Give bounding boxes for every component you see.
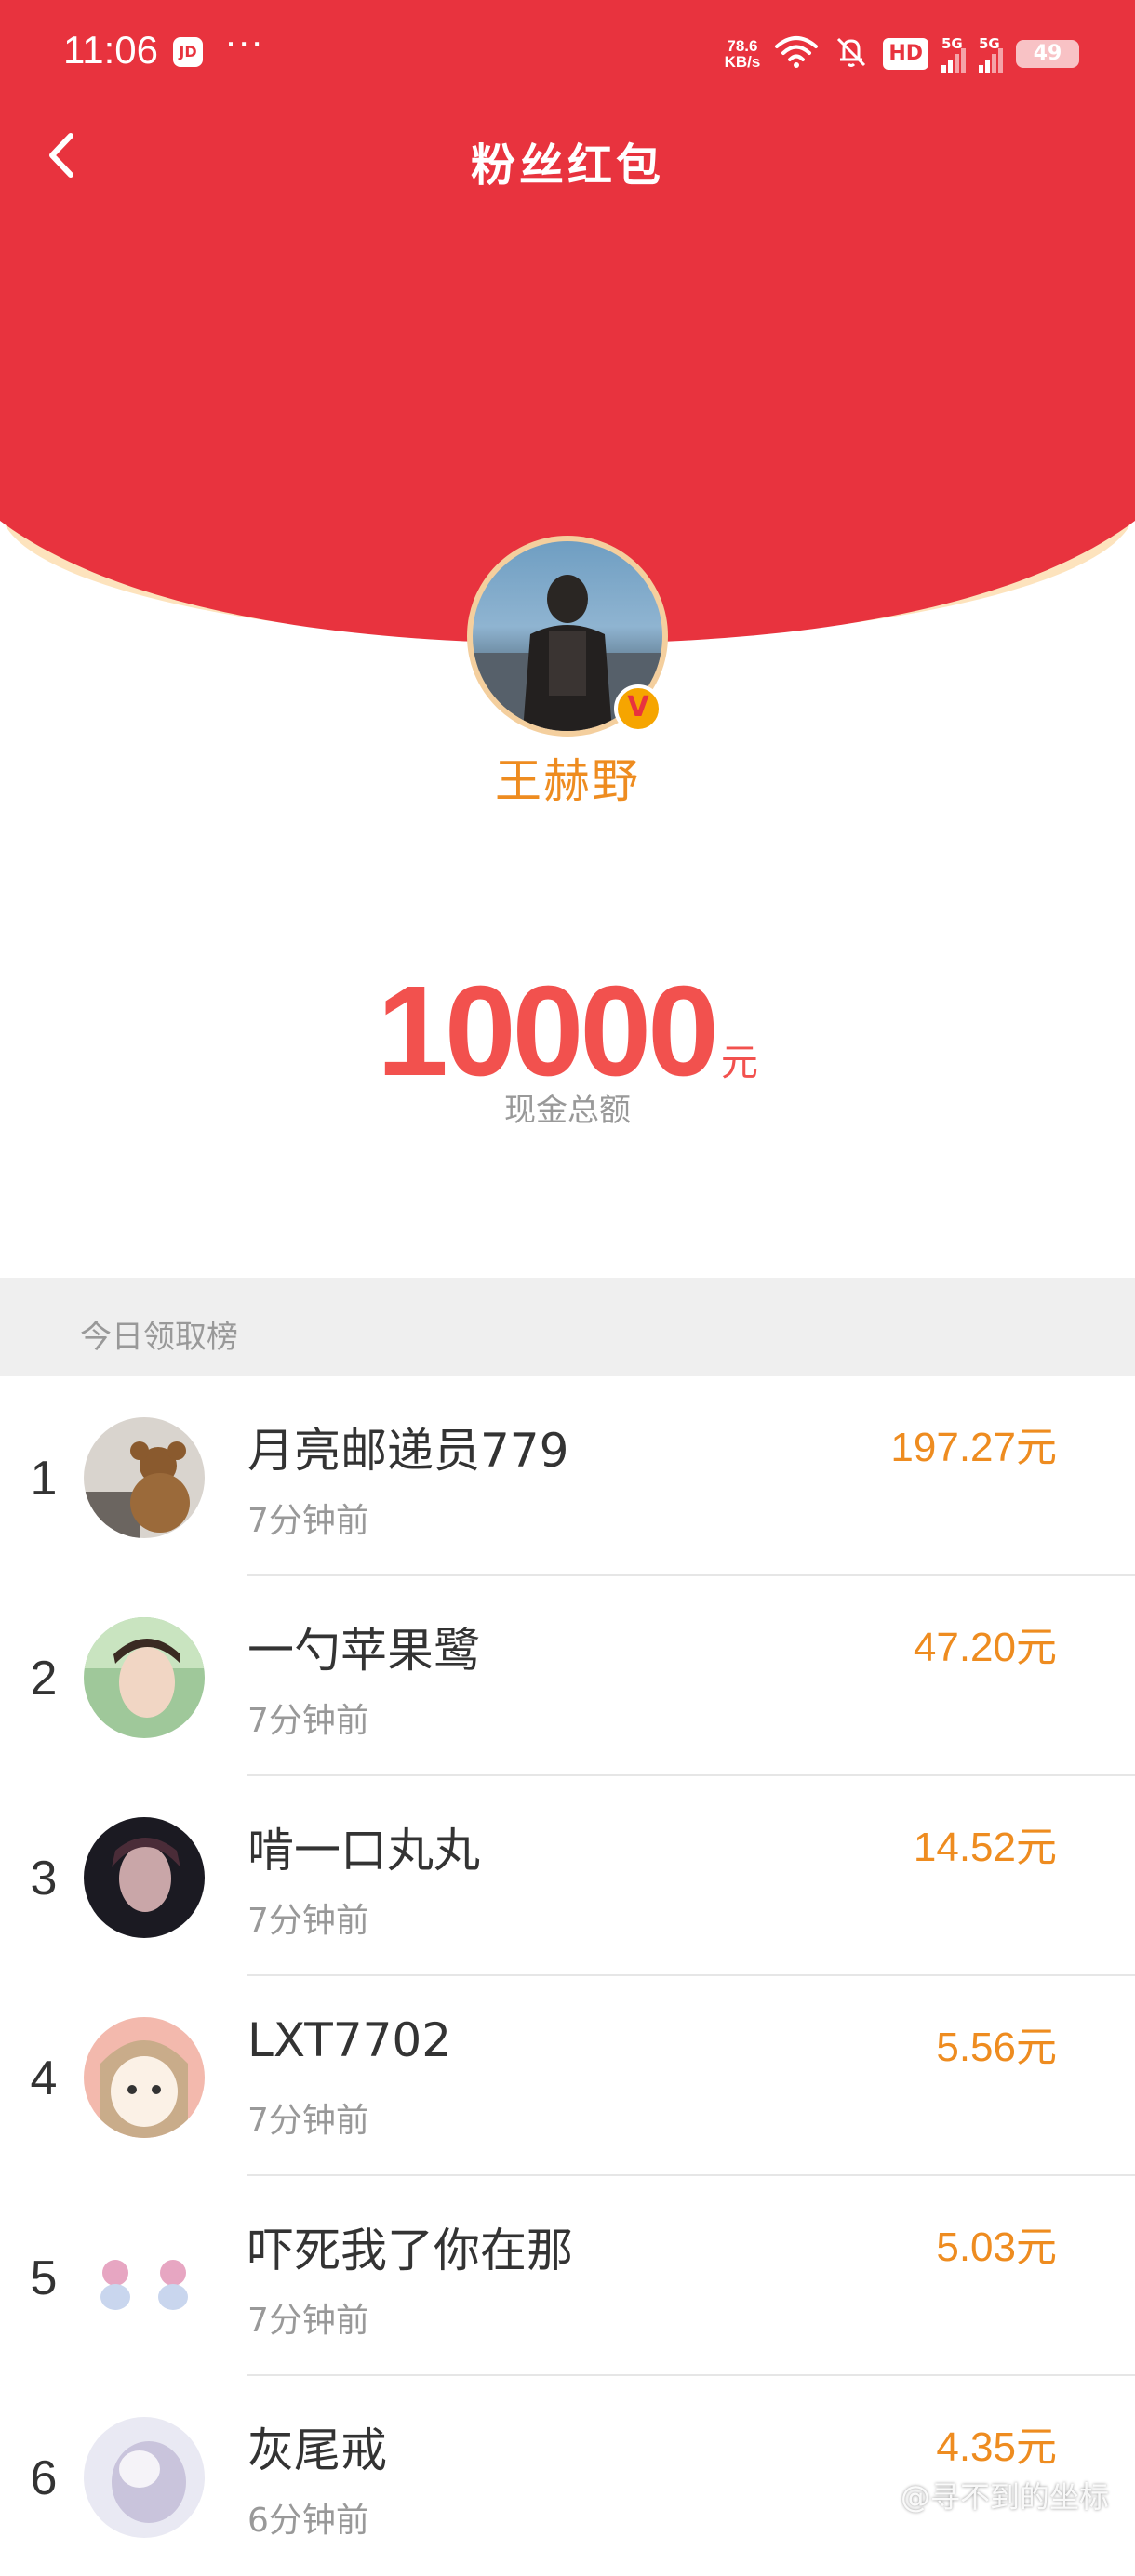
amount-unit: 元	[720, 1042, 758, 1084]
rank-number: 1	[30, 1452, 58, 1506]
list-item[interactable]: 4 LXT7702 7分钟前 5.56元	[0, 1976, 1135, 2176]
claim-time: 7分钟前	[247, 2302, 369, 2340]
rank-number: 2	[30, 1652, 58, 1706]
rank-number: 5	[30, 2251, 58, 2305]
avatar	[84, 2417, 205, 2538]
ranking-list: 1 月亮邮递员779 7分钟前 197.27元 2 一勺苹果鹭 7分钟前 47.…	[0, 1376, 1135, 2576]
status-bar: 11:06 JD ··· 78.6 KB/s HD 5G 5G 49	[0, 0, 1135, 104]
status-time: 11:06	[63, 28, 158, 72]
hd-voice-icon: HD	[883, 38, 928, 70]
network-speed: 78.6 KB/s	[724, 37, 761, 71]
list-item[interactable]: 2 一勺苹果鹭 7分钟前 47.20元	[0, 1576, 1135, 1776]
signal-5g-icon: 5G	[941, 35, 966, 73]
mute-bell-icon	[833, 33, 870, 74]
user-name: 月亮邮递员779	[247, 1424, 569, 1478]
user-name: 灰尾戒	[247, 2423, 387, 2477]
user-name: 吓死我了你在那	[247, 2224, 573, 2277]
user-name: 一勺苹果鹭	[247, 1624, 480, 1678]
list-item[interactable]: 5 吓死我了你在那 7分钟前 5.03元	[0, 2176, 1135, 2376]
weibo-watermark: @寻不到的坐标	[900, 2479, 1109, 2515]
avatar	[84, 2217, 205, 2338]
status-icons: 78.6 KB/s HD 5G 5G 49	[725, 33, 1079, 74]
claim-amount: 47.20元	[913, 1625, 1057, 1670]
ranking-header: 今日领取榜	[0, 1278, 1135, 1376]
app-notification-icon: JD	[173, 37, 203, 67]
list-item[interactable]: 1 月亮邮递员779 7分钟前 197.27元	[0, 1376, 1135, 1576]
more-notifications-icon: ···	[225, 24, 265, 65]
avatar	[84, 1417, 205, 1538]
user-name: 啃一口丸丸	[247, 1824, 480, 1878]
wifi-icon	[773, 35, 820, 73]
claim-amount: 197.27元	[890, 1425, 1057, 1470]
battery-icon: 49	[1016, 40, 1079, 68]
claim-amount: 4.35元	[936, 2424, 1057, 2470]
claim-amount: 5.56元	[936, 2025, 1057, 2070]
amount-value: 10000	[377, 960, 719, 1103]
signal-5g-icon-2: 5G	[979, 35, 1003, 73]
rank-number: 3	[30, 1852, 58, 1905]
ranking-title: 今日领取榜	[80, 1319, 238, 1356]
claim-time: 7分钟前	[247, 2102, 369, 2140]
claim-amount: 5.03元	[936, 2224, 1057, 2270]
claim-time: 7分钟前	[247, 1902, 369, 1940]
nav-bar: 粉丝红包	[0, 104, 1135, 206]
claim-amount: 14.52元	[913, 1825, 1057, 1870]
claim-time: 7分钟前	[247, 1702, 369, 1740]
list-item[interactable]: 3 啃一口丸丸 7分钟前 14.52元	[0, 1776, 1135, 1976]
claim-time: 6分钟前	[247, 2502, 369, 2540]
claim-time: 7分钟前	[247, 1502, 369, 1540]
avatar	[84, 1617, 205, 1738]
user-name: LXT7702	[247, 2013, 452, 2067]
avatar	[84, 1817, 205, 1938]
rank-number: 6	[30, 2451, 58, 2505]
avatar	[84, 2017, 205, 2138]
rank-number: 4	[30, 2052, 58, 2105]
total-amount: 10000 元	[0, 958, 1135, 1106]
verified-v-icon: V	[614, 684, 662, 733]
streamer-name[interactable]: 王赫野	[0, 744, 1135, 811]
page-title: 粉丝红包	[470, 139, 664, 192]
